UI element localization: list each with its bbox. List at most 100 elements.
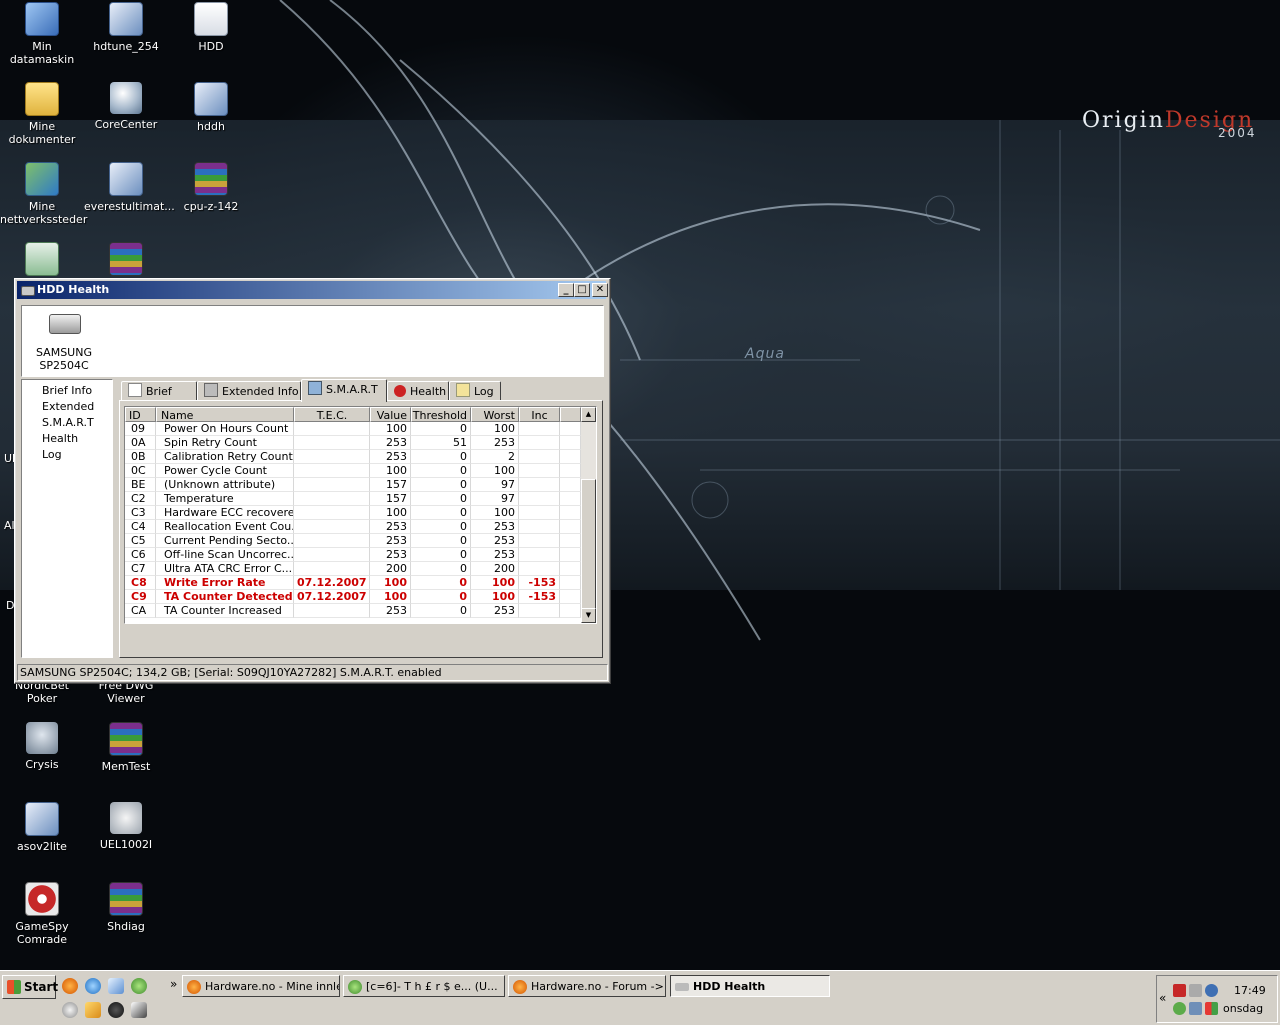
drive-tray-icon[interactable] bbox=[1189, 984, 1202, 997]
cell-name: Write Error Rate bbox=[156, 576, 294, 590]
desktop-icon-crysis[interactable]: Crysis bbox=[0, 722, 84, 771]
table-row[interactable]: BE (Unknown attribute) 157 0 97 bbox=[125, 478, 581, 492]
cell-tec bbox=[294, 492, 370, 506]
cell-value: 253 bbox=[370, 436, 411, 450]
clock[interactable]: 17:49 bbox=[1234, 984, 1266, 997]
tab-log[interactable]: Log bbox=[449, 381, 501, 401]
desktop-icon-my-computer[interactable]: Min datamaskin bbox=[0, 2, 84, 66]
window-titlebar[interactable]: HDD Health _ □ ✕ bbox=[17, 281, 608, 299]
scroll-thumb[interactable] bbox=[581, 479, 596, 609]
outlook-icon[interactable] bbox=[108, 978, 124, 994]
column-header-id[interactable]: ID bbox=[125, 407, 156, 422]
cell-name: (Unknown attribute) bbox=[156, 478, 294, 492]
desktop-icon-corecenter[interactable]: CoreCenter bbox=[84, 82, 168, 131]
desktop-icon-network-places[interactable]: Mine nettverkssteder bbox=[0, 162, 87, 226]
shield-icon[interactable] bbox=[1205, 984, 1218, 997]
column-header-worst[interactable]: Worst bbox=[471, 407, 519, 422]
task-hardware-mine[interactable]: Hardware.no - Mine innle... bbox=[182, 975, 340, 997]
start-button[interactable]: Start bbox=[2, 975, 58, 999]
desktop-icon-my-documents[interactable]: Mine dokumenter bbox=[0, 82, 84, 146]
installer-icon bbox=[109, 162, 143, 196]
cell-worst: 200 bbox=[471, 562, 519, 576]
table-row[interactable]: CA TA Counter Increased 253 0 253 bbox=[125, 604, 581, 618]
quicklaunch-icon-3[interactable] bbox=[131, 1002, 147, 1018]
table-row[interactable]: C8 Write Error Rate 07.12.2007 100 0 100 -153 bbox=[125, 576, 581, 590]
desktop-icon-archive[interactable] bbox=[84, 242, 168, 280]
task-messenger[interactable]: [c=6]- T h £ r $ e... (U... bbox=[343, 975, 505, 997]
table-row[interactable]: C3 Hardware ECC recovered 100 0 100 bbox=[125, 506, 581, 520]
network-tray-icon[interactable] bbox=[1189, 1002, 1202, 1015]
table-row[interactable]: 09 Power On Hours Count 100 0 100 bbox=[125, 422, 581, 436]
tray-icon[interactable] bbox=[1205, 1002, 1218, 1015]
cell-worst: 97 bbox=[471, 492, 519, 506]
table-row[interactable]: C2 Temperature 157 0 97 bbox=[125, 492, 581, 506]
nav-item-log[interactable]: Log bbox=[42, 448, 62, 461]
desktop-icon-hdtune[interactable]: hdtune_254 bbox=[84, 2, 168, 53]
maximize-button[interactable]: □ bbox=[574, 283, 590, 297]
column-header-value[interactable]: Value bbox=[370, 407, 411, 422]
desktop-icon-recycle-bin[interactable] bbox=[0, 242, 84, 280]
nav-item-smart[interactable]: S.M.A.R.T bbox=[42, 416, 94, 429]
tab-smart[interactable]: S.M.A.R.T bbox=[301, 379, 387, 402]
desktop-icon-hddh[interactable]: hddh bbox=[169, 82, 253, 133]
cell-name: Temperature bbox=[156, 492, 294, 506]
messenger-icon[interactable] bbox=[131, 978, 147, 994]
cell-tec bbox=[294, 604, 370, 618]
recycle-bin-icon bbox=[25, 242, 59, 276]
drive-label[interactable]: SAMSUNG SP2504C bbox=[28, 346, 100, 372]
cell-threshold: 0 bbox=[411, 520, 471, 534]
vertical-scrollbar[interactable]: ▲ ▼ bbox=[581, 407, 596, 623]
column-header-name[interactable]: Name bbox=[156, 407, 294, 422]
cell-name: Power Cycle Count bbox=[156, 464, 294, 478]
cell-tec bbox=[294, 436, 370, 450]
internet-explorer-icon[interactable] bbox=[85, 978, 101, 994]
desktop-icon-gamespy[interactable]: GameSpy Comrade bbox=[0, 882, 84, 946]
firefox-icon[interactable] bbox=[62, 978, 78, 994]
nav-item-extended[interactable]: Extended bbox=[42, 400, 94, 413]
desktop-icon-uel1002i[interactable]: UEL1002I bbox=[84, 802, 168, 851]
status-text: SAMSUNG SP2504C; 134,2 GB; [Serial: S09Q… bbox=[20, 666, 442, 679]
close-button[interactable]: ✕ bbox=[592, 283, 608, 297]
column-header-inc[interactable]: Inc bbox=[519, 407, 560, 422]
column-header-threshold[interactable]: Threshold bbox=[411, 407, 471, 422]
scroll-up-button[interactable]: ▲ bbox=[581, 407, 596, 422]
tab-brief-info[interactable]: Brief Info bbox=[121, 381, 197, 417]
nav-item-brief-info[interactable]: Brief Info bbox=[42, 384, 92, 397]
table-row[interactable]: 0C Power Cycle Count 100 0 100 bbox=[125, 464, 581, 478]
hard-drive-icon[interactable] bbox=[49, 314, 81, 334]
cell-threshold: 0 bbox=[411, 548, 471, 562]
steam-icon[interactable] bbox=[108, 1002, 124, 1018]
table-row[interactable]: C4 Reallocation Event Cou... 253 0 253 bbox=[125, 520, 581, 534]
table-row[interactable]: C5 Current Pending Secto... 253 0 253 bbox=[125, 534, 581, 548]
desktop-icon-hdd[interactable]: HDD bbox=[169, 2, 253, 53]
desktop-icon-everest[interactable]: everestultimat... bbox=[84, 162, 175, 213]
quicklaunch-chevron[interactable]: » bbox=[170, 977, 177, 991]
cell-name: Reallocation Event Cou... bbox=[156, 520, 294, 534]
desktop-icon-shdiag[interactable]: Shdiag bbox=[84, 882, 168, 933]
table-row[interactable]: 0A Spin Retry Count 253 51 253 bbox=[125, 436, 581, 450]
cell-inc bbox=[519, 464, 560, 478]
nav-item-health[interactable]: Health bbox=[42, 432, 78, 445]
scroll-down-button[interactable]: ▼ bbox=[581, 608, 596, 623]
column-header-tec[interactable]: T.E.C. bbox=[294, 407, 370, 422]
table-row[interactable]: 0B Calibration Retry Count 253 0 2 bbox=[125, 450, 581, 464]
installer-icon bbox=[109, 2, 143, 36]
cell-spacer bbox=[560, 562, 581, 576]
antivirus-icon[interactable] bbox=[1173, 984, 1186, 997]
messenger-tray-icon[interactable] bbox=[1173, 1002, 1186, 1015]
table-row[interactable]: C7 Ultra ATA CRC Error C... 200 0 200 bbox=[125, 562, 581, 576]
table-row[interactable]: C6 Off-line Scan Uncorrec... 253 0 253 bbox=[125, 548, 581, 562]
desktop-icon-asov2lite[interactable]: asov2lite bbox=[0, 802, 84, 853]
desktop-icon-memtest[interactable]: MemTest bbox=[84, 722, 168, 773]
minimize-button[interactable]: _ bbox=[558, 283, 574, 297]
cell-tec: 07.12.2007 bbox=[294, 590, 370, 604]
task-hdd-health[interactable]: HDD Health bbox=[670, 975, 830, 997]
task-hardware-forum[interactable]: Hardware.no - Forum ->... bbox=[508, 975, 666, 997]
quicklaunch-icon-2[interactable] bbox=[85, 1002, 101, 1018]
table-row[interactable]: C9 TA Counter Detected 07.12.2007 100 0 100 -1… bbox=[125, 590, 581, 604]
desktop-icon-cpuz[interactable]: cpu-z-142 bbox=[169, 162, 253, 213]
hdd-health-window: HDD Health _ □ ✕ SAMSUNG SP2504C Brief I… bbox=[14, 278, 611, 684]
tab-extended-info[interactable]: Extended Info bbox=[197, 381, 301, 401]
tab-health[interactable]: Health bbox=[387, 381, 449, 401]
quicklaunch-icon-1[interactable] bbox=[62, 1002, 78, 1018]
